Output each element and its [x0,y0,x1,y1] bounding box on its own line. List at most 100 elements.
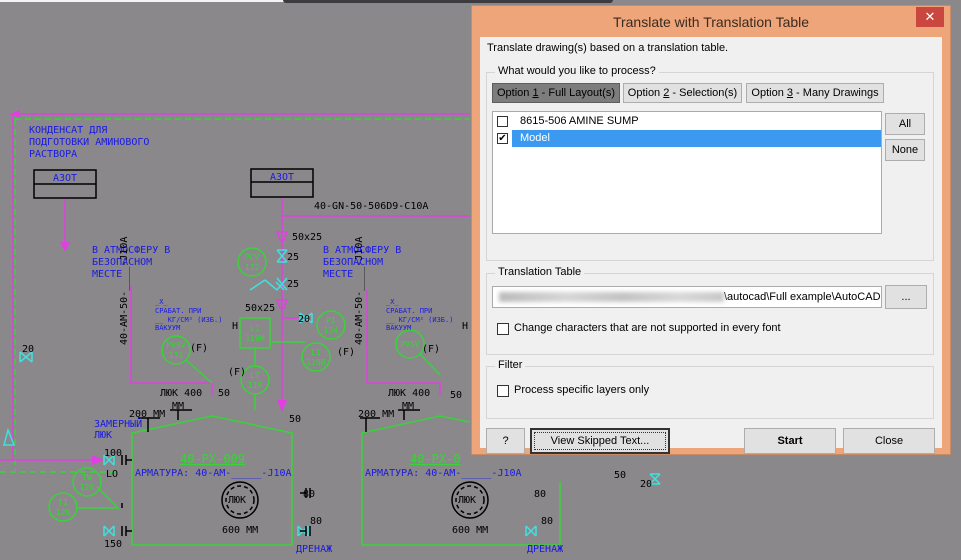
cad-nozzle-80a-2: 80 [534,489,546,500]
cad-psv-note-1c: __ КГ/СМ² (ИЗБ.) [155,316,222,324]
instrument-num: 131 [169,351,184,360]
list-item-label: Model [520,132,550,144]
cad-nitrogen-1: АЗОТ [53,173,77,184]
instrument-num: 119B [306,358,325,367]
list-item-label: 8615-506 AMINE SUMP [520,115,639,127]
cad-manhole-1: ЛЮК [228,495,246,506]
instrument-num: 134 [324,326,339,335]
cad-psv-note-2c: __ КГ/СМ² (ИЗБ.) [386,316,453,324]
translate-dialog: Translate with Translation Table ✕ Trans… [471,5,951,455]
tab-option-1[interactable]: Option 1 - Full Layout(s) [492,83,620,103]
tab-prefix: Option [496,87,533,99]
cad-nozzle-50-2: 50 [289,414,301,425]
instrument-num: 119M [245,334,264,343]
cad-mm-600-2: 600 ММ [452,525,488,536]
cad-nozzle-100: 100 [104,448,122,459]
blurred-path-prefix [499,292,724,303]
layout-list[interactable]: 8615-506 AMINE SUMP ✔ Model [492,111,882,234]
list-item[interactable]: ✔ Model [493,130,881,147]
instrument-tag: TW [82,473,92,482]
instrument-tag: PVSV [166,341,185,350]
change-chars-label[interactable]: Change characters that are not supported… [514,322,781,334]
cad-psv-note-1a: _X_ [155,298,168,306]
pipe-psv-1 [130,285,213,395]
list-item-checkbox[interactable] [497,116,508,127]
cad-hatch-400-1: ЛЮК 400 [160,388,202,399]
cad-label-condensate-1: КОНДЕНСАТ ДЛЯ [29,125,107,136]
dialog-description: Translate drawing(s) based on a translat… [487,42,729,54]
cad-h-mark-2: H [462,321,468,332]
tab-option-2[interactable]: Option 2 - Selection(s) [623,83,742,103]
selection-highlight [512,130,881,147]
arrow-down-1 [60,242,70,252]
layers-only-label[interactable]: Process specific layers only [514,384,649,396]
translation-table-title: Translation Table [495,266,585,278]
cad-label-condensate-3: РАСТВОРА [29,149,77,160]
cad-pipe-vertical-1: 40-AM-50-____-J10A [119,237,130,345]
cad-manhole-2: ЛЮК [458,495,476,506]
cad-drain-1: ДРЕНАЖ [296,544,332,555]
cad-f-mark-1: (F) [190,343,208,354]
tab-prefix: Option [627,87,664,99]
tank-40-px-009 [131,415,293,546]
translation-table-path-input[interactable]: \autocad\Full example\AutoCAD [492,286,882,308]
translation-table-group: Translation Table \autocad\Full example\… [486,266,934,355]
focus-rectangle [534,432,666,450]
cad-drain-2: ДРЕНАЖ [527,544,563,555]
list-item[interactable]: 8615-506 AMINE SUMP [493,113,881,130]
cad-atmosphere-1a: В АТМОСФЕРУ В [92,245,170,256]
arrow-down-2 [277,400,287,412]
cad-f-mark-2: (F) [228,367,246,378]
change-chars-checkbox[interactable] [497,323,509,335]
cad-psv-note-1b: СРАБАТ. ПРИ [155,307,201,315]
arrow-left [10,110,20,118]
instrument-tag: LT [250,371,260,380]
instrument-num: 119 [248,381,263,390]
browse-button[interactable]: ... [885,285,927,309]
cad-nozzle-80b-2: 80 [541,516,553,527]
cad-psv-note-2b: СРАБАТ. ПРИ [386,307,432,315]
cad-gauge-hatch-2: ЛЮК [94,430,112,441]
instrument-tag: LI [311,348,321,357]
layers-only-checkbox[interactable] [497,385,509,397]
instrument-tag: LI [250,324,260,333]
view-skipped-text-button[interactable]: View Skipped Text... [530,428,670,454]
filter-group-title: Filter [495,359,526,371]
tab-option-3[interactable]: Option 3 - Many Drawings [746,83,884,103]
tab-prefix: Option [751,87,787,99]
tab-suffix: - Many Drawings [793,87,879,99]
close-icon[interactable]: ✕ [916,7,944,27]
cad-h-mark-1: H [232,321,238,332]
instrument-tag: PCV [245,253,260,262]
cad-reducer-1: 50x25 [292,232,322,243]
select-all-button[interactable]: All [885,113,925,135]
cad-mm-200-2: 200 ММ [358,409,394,420]
cad-reducer-2: 50x25 [245,303,275,314]
start-button[interactable]: Start [744,428,836,454]
instrument-num: 120 [56,508,71,517]
cad-pipe-vertical-2: 40-AM-50-____-J10A [354,237,365,345]
cad-f-mark-3: (F) [337,347,355,358]
cad-atmosphere-1c: МЕСТЕ [92,269,122,280]
cad-lo-1: LO [106,469,118,480]
cad-nitrogen-2: АЗОТ [270,172,294,183]
path-visible-text: \autocad\Full example\AutoCAD [724,291,881,303]
cad-tank-tag-1: 40-PX-009 [180,452,245,466]
cad-label-condensate-2: ПОДГОТОВКИ АМИНОВОГО [29,137,149,148]
cad-mm-2: ММ [402,401,414,412]
dialog-title: Translate with Translation Table [612,14,810,30]
cad-psv-note-1d: ВАКУУМ [155,324,180,332]
instrument-num: 120 [80,483,95,492]
cad-valve-20: 20 [298,314,310,325]
cad-nozzle-150: 150 [104,539,122,550]
list-item-checkbox[interactable]: ✔ [497,133,508,144]
help-button[interactable]: ? [486,428,525,454]
cad-mm-200-1: 200 ММ [129,409,165,420]
cad-mm-600-1: 600 ММ [222,525,258,536]
cad-nozzle-50-right: 50 [614,470,626,481]
cad-tank-tag-2: 40-PX-0 [410,452,461,466]
process-group-title: What would you like to process? [495,65,659,77]
select-none-button[interactable]: None [885,139,925,161]
cad-nozzle-50-1: 50 [218,388,230,399]
close-button[interactable]: Close [843,428,935,454]
